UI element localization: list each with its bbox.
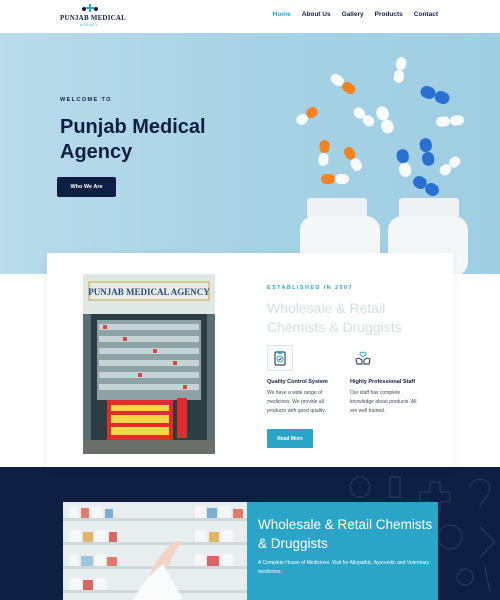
nav-gallery[interactable]: Gallery <box>342 11 364 18</box>
clipboard-check-icon <box>267 345 293 371</box>
site-header: PUNJAB MEDICAL AGENCY Home About Us Gall… <box>0 0 500 33</box>
site-logo[interactable]: PUNJAB MEDICAL AGENCY <box>60 4 126 30</box>
banner-text: A Complete House of Medicines. Visit for… <box>258 560 430 575</box>
logo-subtext: AGENCY <box>79 23 99 27</box>
hero-title: Punjab Medical Agency <box>60 116 206 163</box>
logo-text: PUNJAB MEDICAL <box>60 14 126 22</box>
storefront-sign-text: PUNJAB MEDICAL AGENCY <box>88 287 210 297</box>
hero-section: WELCOME TO Punjab Medical Agency Who We … <box>0 33 500 274</box>
banner-section: Wholesale & Retail Chemists & Druggists … <box>0 467 500 600</box>
hero-welcome: WELCOME TO <box>60 97 112 103</box>
read-more-button[interactable]: Read More <box>267 429 313 448</box>
storefront-photo: PUNJAB MEDICAL AGENCY <box>83 274 215 454</box>
capsules <box>296 57 464 196</box>
pills-and-bottles-image <box>296 57 468 274</box>
about-card: PUNJAB MEDICAL AGENCY ESTABLISHED IN 200… <box>47 253 453 467</box>
established-label: ESTABLISHED IN 2007 <box>267 285 353 291</box>
pharmacist-shelves-photo <box>63 502 247 600</box>
feature-title: Highly Professional Staff <box>350 379 416 385</box>
logo-cross-icon <box>82 4 98 12</box>
nav-products[interactable]: Products <box>375 11 403 18</box>
nav-home[interactable]: Home <box>273 11 291 18</box>
feature-title: Quality Control System <box>267 379 328 385</box>
feature-text: We have a wide range of medicines. We pr… <box>267 390 326 414</box>
hands-heart-icon <box>350 345 376 371</box>
banner-text-box: Wholesale & Retail Chemists & Druggists … <box>247 502 438 600</box>
main-nav: Home About Us Gallery Products Contact <box>273 11 438 18</box>
who-we-are-button[interactable]: Who We Are <box>57 177 116 197</box>
feature-quality-control: Quality Control System We have a wide ra… <box>267 345 342 416</box>
banner-title: Wholesale & Retail Chemists & Druggists <box>258 517 433 551</box>
nav-contact[interactable]: Contact <box>414 11 438 18</box>
page: PUNJAB MEDICAL AGENCY Home About Us Gall… <box>0 0 500 600</box>
feature-text: Our staff has complete knowledge about p… <box>350 390 417 414</box>
about-title: Wholesale & Retail Chemists & Druggists <box>267 300 402 335</box>
feature-professional-staff: Highly Professional Staff Our staff has … <box>350 345 425 416</box>
nav-about-us[interactable]: About Us <box>302 11 331 18</box>
